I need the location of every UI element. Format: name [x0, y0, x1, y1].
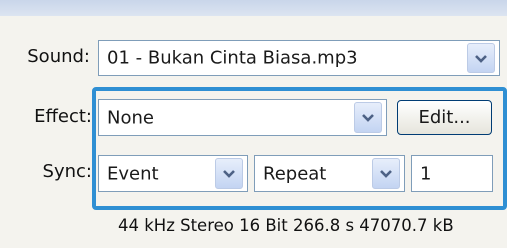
- sound-select[interactable]: 01 - Bukan Cinta Biasa.mp3: [98, 40, 500, 76]
- effect-label: Effect:: [34, 106, 92, 127]
- sound-select-value: 01 - Bukan Cinta Biasa.mp3: [107, 47, 358, 69]
- sync-label: Sync:: [42, 161, 92, 182]
- sound-info-text: 44 kHz Stereo 16 Bit 266.8 s 47070.7 kB: [118, 216, 454, 235]
- panel-top-band: [0, 0, 507, 16]
- sound-label: Sound:: [27, 46, 90, 67]
- highlight-frame: [92, 87, 507, 210]
- chevron-down-icon[interactable]: [467, 43, 495, 73]
